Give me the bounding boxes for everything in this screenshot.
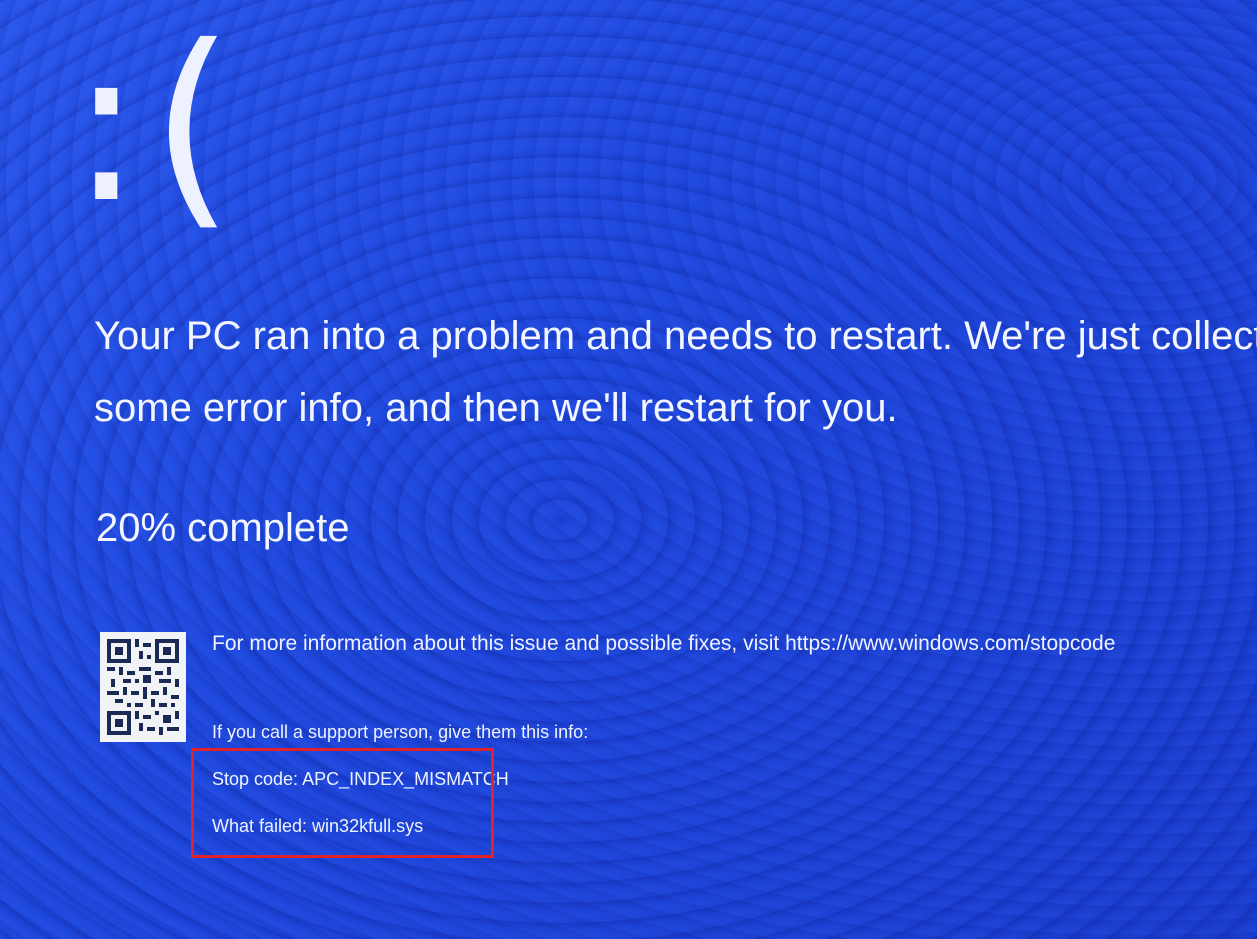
error-message-line-2: some error info, and then we'll restart … bbox=[94, 386, 898, 430]
bsod-screen: :( Your PC ran into a problem and needs … bbox=[0, 0, 1257, 939]
stop-code-highlight-box bbox=[191, 748, 494, 858]
error-message-line-1: Your PC ran into a problem and needs to … bbox=[94, 314, 1257, 358]
progress-text: 20% complete bbox=[96, 506, 350, 550]
sad-face-emoticon: :( bbox=[70, 0, 243, 250]
qr-code-icon bbox=[100, 632, 186, 742]
more-info-text: For more information about this issue an… bbox=[212, 632, 1116, 655]
support-prompt-text: If you call a support person, give them … bbox=[212, 722, 589, 742]
error-message: Your PC ran into a problem and needs to … bbox=[94, 300, 1257, 444]
